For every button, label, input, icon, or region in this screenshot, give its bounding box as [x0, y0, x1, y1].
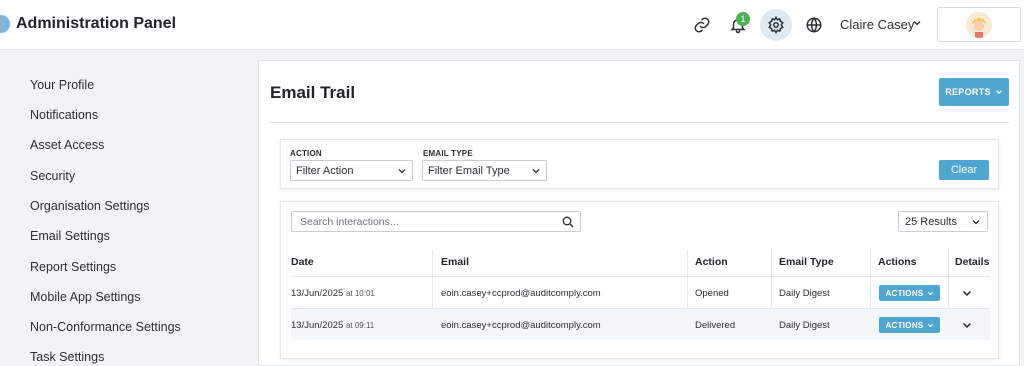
action-cell: Opened — [695, 288, 729, 299]
app-title: Administration Panel — [16, 15, 177, 32]
email-type-filter-label: EMAIL TYPE — [423, 149, 473, 158]
sidebar-item-task-settings[interactable]: Task Settings — [30, 350, 104, 364]
email-type-filter-select[interactable]: Filter Email Type — [422, 160, 547, 181]
time-value: at 09:11 — [345, 321, 375, 330]
action-filter-select[interactable]: Filter Action — [290, 160, 413, 181]
sidebar-item-email-settings[interactable]: Email Settings — [30, 229, 110, 243]
reports-button[interactable]: REPORTS — [939, 78, 1009, 106]
chevron-down-icon — [398, 168, 406, 173]
email-type-cell: Daily Digest — [779, 320, 830, 331]
divider — [270, 122, 1009, 123]
bell-icon[interactable]: 1 — [722, 9, 754, 41]
date-value: 13/Jun/2025 — [291, 288, 344, 299]
globe-icon[interactable] — [798, 9, 830, 41]
search-field[interactable] — [291, 211, 581, 232]
sidebar-item-organisation-settings[interactable]: Organisation Settings — [30, 199, 150, 213]
column-header-details: Details — [955, 256, 990, 268]
action-cell: Delivered — [695, 320, 736, 331]
table-row[interactable]: 13/Jun/2025 at 09:11 eoin.casey+ccprod@a… — [291, 308, 990, 340]
top-bar: Administration Panel 1 Claire Casey — [0, 0, 1024, 50]
sidebar-item-notifications[interactable]: Notifications — [30, 108, 98, 122]
filter-card: ACTION Filter Action EMAIL TYPE Filter E… — [280, 139, 999, 189]
row-actions-label: ACTIONS — [885, 320, 924, 330]
row-actions-label: ACTIONS — [885, 288, 924, 298]
column-header-date[interactable]: Date — [291, 256, 314, 268]
results-per-page-select[interactable]: 25 Results — [898, 211, 988, 232]
action-filter-value: Filter Action — [296, 164, 354, 177]
column-header-action[interactable]: Action — [695, 256, 728, 268]
table-row[interactable]: 13/Jun/2025 at 10:01 eoin.casey+ccprod@a… — [291, 276, 990, 308]
link-icon[interactable] — [686, 9, 718, 41]
search-input[interactable] — [300, 216, 550, 228]
date-value: 13/Jun/2025 — [291, 320, 344, 331]
expand-details-icon[interactable] — [961, 287, 973, 299]
email-cell: eoin.casey+ccprod@auditcomply.com — [441, 320, 601, 331]
column-header-actions: Actions — [878, 256, 917, 268]
app-logo[interactable] — [0, 15, 10, 33]
sidebar-item-mobile-app-settings[interactable]: Mobile App Settings — [30, 290, 141, 304]
email-cell: eoin.casey+ccprod@auditcomply.com — [441, 288, 601, 299]
row-actions-button[interactable]: ACTIONS — [879, 285, 940, 301]
gear-icon[interactable] — [760, 9, 792, 41]
column-header-email-type[interactable]: Email Type — [779, 256, 834, 268]
page-title: Email Trail — [270, 83, 356, 102]
search-icon[interactable] — [562, 216, 574, 228]
user-name[interactable]: Claire Casey — [840, 17, 914, 32]
chevron-down-icon — [927, 291, 933, 295]
chevron-down-icon — [532, 168, 540, 173]
notification-badge: 1 — [736, 12, 750, 26]
chevron-down-icon — [996, 90, 1002, 94]
interactions-table-card: 25 Results Date Email Action Email Type … — [280, 201, 999, 359]
row-actions-button[interactable]: ACTIONS — [879, 317, 940, 333]
column-header-email[interactable]: Email — [441, 256, 469, 268]
avatar-button[interactable] — [937, 7, 1021, 42]
chevron-down-icon — [972, 219, 980, 224]
email-trail-panel: Email Trail REPORTS ACTION Filter Action… — [258, 60, 1020, 366]
expand-details-icon[interactable] — [961, 319, 973, 331]
sidebar-item-asset-access[interactable]: Asset Access — [30, 138, 104, 152]
sidebar: Your Profile Notifications Asset Access … — [0, 51, 245, 366]
email-type-cell: Daily Digest — [779, 288, 830, 299]
chevron-down-icon — [927, 323, 933, 327]
time-value: at 10:01 — [345, 289, 375, 298]
avatar — [966, 11, 992, 38]
chevron-down-icon[interactable] — [912, 18, 922, 28]
clear-button[interactable]: Clear — [939, 160, 989, 180]
sidebar-item-security[interactable]: Security — [30, 169, 75, 183]
reports-button-label: REPORTS — [945, 87, 991, 97]
date-cell: 13/Jun/2025 at 10:01 — [291, 288, 375, 299]
sidebar-item-non-conformance-settings[interactable]: Non-Conformance Settings — [30, 320, 181, 334]
action-filter-label: ACTION — [290, 149, 322, 158]
email-type-filter-value: Filter Email Type — [428, 164, 510, 177]
sidebar-item-your-profile[interactable]: Your Profile — [30, 78, 94, 92]
date-cell: 13/Jun/2025 at 09:11 — [291, 320, 374, 331]
results-per-page-value: 25 Results — [905, 215, 957, 228]
sidebar-item-report-settings[interactable]: Report Settings — [30, 260, 116, 274]
